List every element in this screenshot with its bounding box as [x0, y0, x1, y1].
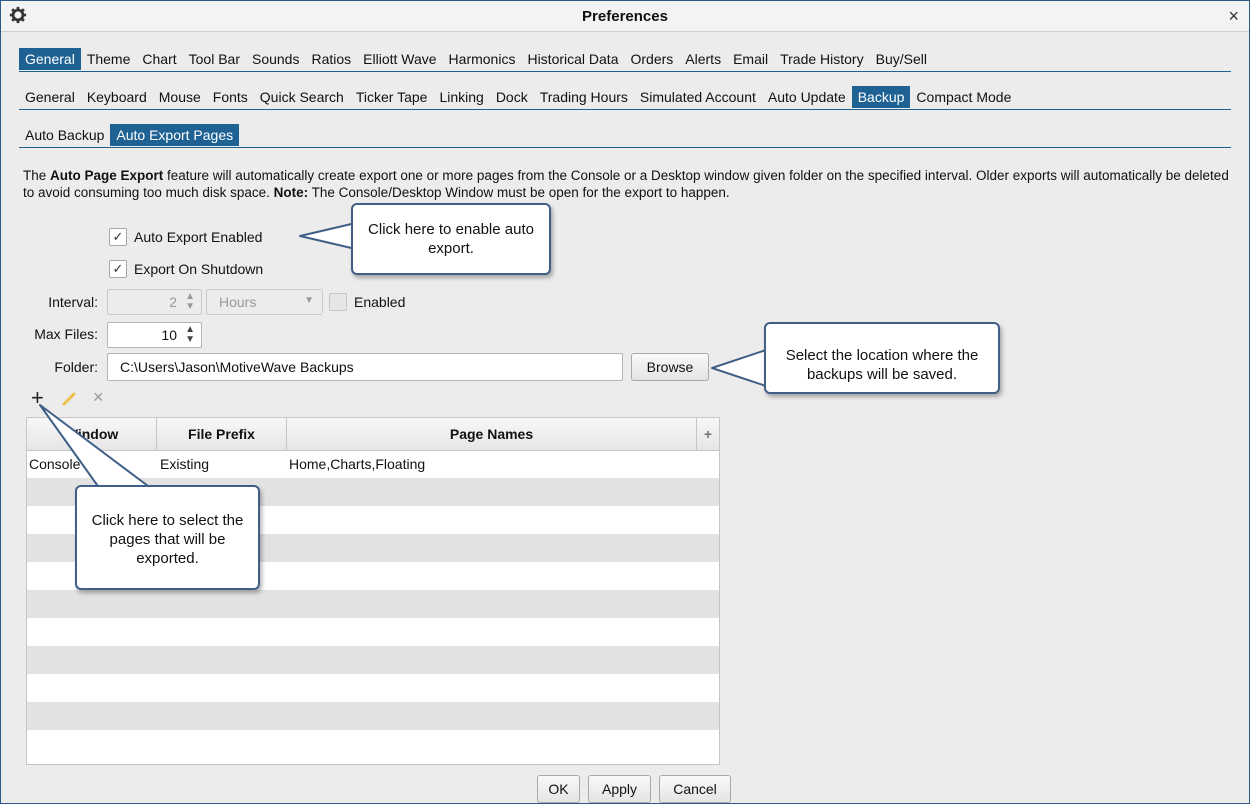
subtab-simulated-account[interactable]: Simulated Account: [634, 86, 762, 108]
title-bar: Preferences ×: [1, 1, 1249, 32]
desc-bold1: Auto Page Export: [50, 168, 164, 183]
interval-enabled-checkbox[interactable]: Enabled: [329, 293, 405, 311]
callout-add: Click here to select the pages that will…: [75, 485, 260, 590]
subtab-trading-hours[interactable]: Trading Hours: [534, 86, 634, 108]
pages-table: Window File Prefix Page Names + Console E…: [26, 417, 720, 765]
tab-elliott-wave[interactable]: Elliott Wave: [357, 48, 442, 70]
interval-value: 2: [169, 294, 177, 310]
col-window[interactable]: Window: [27, 418, 157, 450]
sub-tab-bar: General Keyboard Mouse Fonts Quick Search Tic…: [19, 85, 1017, 109]
tab-general[interactable]: General: [19, 48, 81, 70]
subtab-backup[interactable]: Backup: [851, 86, 911, 108]
tab-chart[interactable]: Chart: [136, 48, 182, 70]
export-on-shutdown-checkbox[interactable]: ✓ Export On Shutdown: [109, 260, 263, 278]
desc-bold2: Note:: [273, 185, 309, 200]
chevron-down-icon: ▼: [304, 295, 314, 306]
tab-historical-data[interactable]: Historical Data: [521, 48, 624, 70]
tab-tool-bar[interactable]: Tool Bar: [183, 48, 246, 70]
tab-buy-sell[interactable]: Buy/Sell: [870, 48, 933, 70]
sub-tab-divider: [19, 109, 1231, 110]
table-row[interactable]: [27, 646, 719, 674]
cell-page-names: Home,Charts,Floating: [289, 456, 426, 472]
subtab-ticker-tape[interactable]: Ticker Tape: [350, 86, 434, 108]
preferences-window: Preferences × General Theme Chart Tool Bar S…: [0, 0, 1250, 804]
interval-unit-value: Hours: [219, 294, 257, 310]
table-row[interactable]: [27, 590, 719, 618]
subtab-fonts[interactable]: Fonts: [207, 86, 254, 108]
apply-button[interactable]: Apply: [588, 775, 651, 803]
tab-harmonics[interactable]: Harmonics: [443, 48, 522, 70]
add-button[interactable]: +: [31, 385, 44, 411]
interval-label: Interval:: [48, 294, 98, 310]
export-on-shutdown-label: Export On Shutdown: [134, 261, 264, 277]
tab-ratios[interactable]: Ratios: [305, 48, 357, 70]
callout-browse: Select the location where the backups wi…: [764, 322, 1000, 394]
subtab-auto-update[interactable]: Auto Update: [762, 86, 852, 108]
tab-theme[interactable]: Theme: [81, 48, 137, 70]
backup-tab-auto-backup[interactable]: Auto Backup: [19, 124, 110, 146]
cancel-button[interactable]: Cancel: [659, 775, 731, 803]
spinner-icon[interactable]: ▲ ▼: [185, 292, 195, 312]
col-file-prefix[interactable]: File Prefix: [157, 418, 287, 450]
folder-input[interactable]: C:\Users\Jason\MotiveWave Backups: [107, 353, 623, 381]
folder-label: Folder:: [54, 359, 98, 375]
browse-button[interactable]: Browse: [631, 353, 709, 381]
ok-button[interactable]: OK: [537, 775, 580, 803]
interval-unit-select[interactable]: Hours ▼: [206, 289, 323, 315]
table-row[interactable]: [27, 618, 719, 646]
checkmark-icon[interactable]: ✓: [109, 260, 127, 278]
tab-alerts[interactable]: Alerts: [679, 48, 727, 70]
max-files-label: Max Files:: [34, 326, 98, 342]
tab-sounds[interactable]: Sounds: [246, 48, 305, 70]
subtab-linking[interactable]: Linking: [433, 86, 489, 108]
column-menu-icon[interactable]: +: [697, 418, 719, 450]
backup-tab-bar: Auto Backup Auto Export Pages: [19, 123, 240, 147]
remove-button[interactable]: ×: [93, 387, 104, 408]
table-header: Window File Prefix Page Names +: [27, 418, 719, 451]
auto-export-enabled-checkbox[interactable]: ✓ Auto Export Enabled: [109, 228, 262, 246]
cell-window: Console: [29, 456, 81, 472]
checkbox-box[interactable]: [329, 293, 347, 311]
subtab-compact-mode[interactable]: Compact Mode: [910, 86, 1017, 108]
subtab-keyboard[interactable]: Keyboard: [81, 86, 153, 108]
cell-file-prefix: Existing: [160, 456, 210, 472]
folder-value: C:\Users\Jason\MotiveWave Backups: [120, 359, 354, 375]
backup-tab-divider: [19, 147, 1231, 148]
desc-part1: The: [23, 168, 51, 183]
window-title: Preferences: [582, 8, 668, 25]
subtab-general[interactable]: General: [19, 86, 81, 108]
max-files-value: 10: [161, 327, 177, 343]
tab-orders[interactable]: Orders: [624, 48, 679, 70]
subtab-mouse[interactable]: Mouse: [153, 86, 207, 108]
main-tab-divider: [19, 71, 1231, 72]
desc-part3: The Console/Desktop Window must be open …: [308, 185, 730, 200]
table-row[interactable]: [27, 702, 719, 730]
table-row[interactable]: [27, 674, 719, 702]
interval-stepper[interactable]: 2 ▲ ▼: [107, 289, 202, 315]
table-row[interactable]: [27, 730, 719, 758]
spinner-icon[interactable]: ▲ ▼: [185, 325, 195, 345]
backup-tab-auto-export-pages[interactable]: Auto Export Pages: [110, 124, 240, 146]
col-page-names[interactable]: Page Names: [287, 418, 697, 450]
main-tab-bar: General Theme Chart Tool Bar Sounds Ratios Ell…: [19, 47, 933, 71]
callout-auto-export: Click here to enable auto export.: [351, 203, 551, 275]
checkmark-icon[interactable]: ✓: [109, 228, 127, 246]
tab-email[interactable]: Email: [727, 48, 774, 70]
interval-enabled-label: Enabled: [354, 294, 406, 310]
auto-export-enabled-label: Auto Export Enabled: [134, 229, 263, 245]
subtab-dock[interactable]: Dock: [490, 86, 534, 108]
description-text: The Auto Page Export feature will automa…: [23, 167, 1233, 201]
table-row[interactable]: Console Existing Home,Charts,Floating: [27, 450, 719, 478]
pencil-icon[interactable]: [61, 391, 77, 407]
tab-trade-history[interactable]: Trade History: [774, 48, 870, 70]
max-files-stepper[interactable]: 10 ▲ ▼: [107, 322, 202, 348]
close-icon[interactable]: ×: [1228, 6, 1239, 27]
subtab-quick-search[interactable]: Quick Search: [254, 86, 350, 108]
